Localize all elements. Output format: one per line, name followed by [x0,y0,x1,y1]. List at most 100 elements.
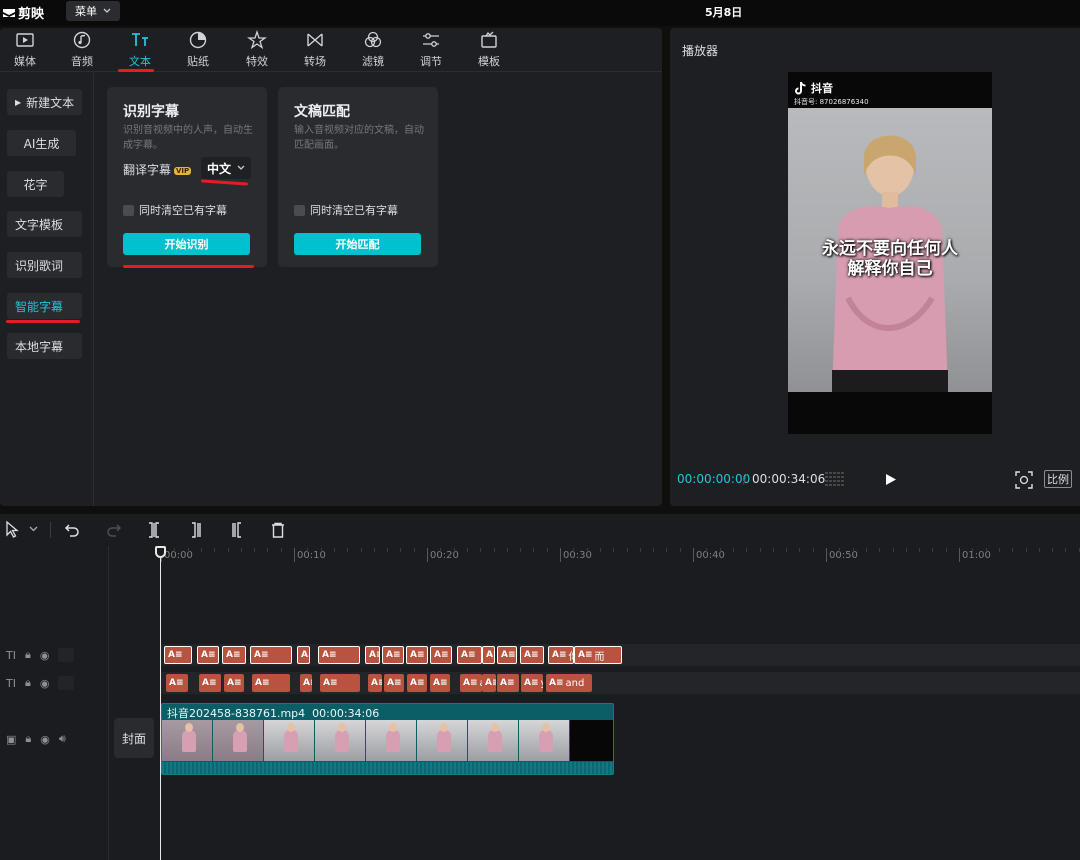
douyin-logo-icon [795,81,806,95]
delete-icon[interactable] [270,522,286,538]
text-clip-icon: A≡ [201,650,216,660]
redo-icon[interactable] [106,522,122,538]
text-clip[interactable]: A≡ [520,646,544,664]
sidebar-item-smart-subtitle[interactable]: 智能字幕 [7,293,82,319]
text-clip[interactable]: A≡ [382,646,404,664]
text-clip[interactable]: A≡ [320,674,360,692]
text-clip[interactable]: A≡在 [365,646,380,664]
menu-button[interactable]: 菜单 [66,1,120,21]
text-clip[interactable]: A≡ [497,646,517,664]
start-match-button[interactable]: 开始匹配 [294,233,421,255]
text-clip[interactable]: A≡ [252,674,290,692]
text-clip[interactable]: A≡如 [297,646,310,664]
text-clip[interactable]: A≡in t [368,674,382,692]
time-ruler[interactable]: 00:00 00:10 00:20 00:30 00:40 00:50 01:00 [160,546,1080,566]
thumb-head [389,723,397,732]
text-clip[interactable]: A≡ [482,646,495,664]
ruler-minor-tick [373,548,375,552]
play-icon[interactable] [885,473,897,486]
fullscreen-icon[interactable] [1015,471,1033,489]
volume-icon[interactable]: 🔊︎ [59,732,66,746]
sidebar-item-ai-generate[interactable]: AI生成 [7,130,76,156]
start-recognition-button[interactable]: 开始识别 [123,233,250,255]
ruler-minor-tick [985,548,987,552]
text-clip-icon: A≡ [433,678,448,688]
ruler-minor-tick [799,548,801,552]
video-preview[interactable]: 抖音 抖音号: 87026876340 永远不要向任何人 解释你自己 [788,72,992,434]
text-clip[interactable]: A≡你 [548,646,574,664]
sidebar-item-text-template[interactable]: 文字模板 [7,211,82,237]
text-clip[interactable]: A≡ [482,674,496,692]
undo-icon[interactable] [64,522,80,538]
text-clip[interactable]: A≡ and [546,674,592,692]
select-cursor-icon[interactable] [5,520,21,538]
text-clip[interactable]: A≡ [384,674,404,692]
clear-existing-checkbox[interactable]: 同时清空已有字幕 [123,202,227,218]
video-thumbnail [366,720,416,761]
text-clip[interactable]: A≡ [166,674,188,692]
tool-adjust[interactable]: 调节 [406,30,456,69]
text-clip[interactable]: A≡ 而 [574,646,622,664]
text-icon [132,33,148,46]
tool-template[interactable]: 模板 [464,30,514,69]
sidebar-item-fancy-text[interactable]: 花字 [7,171,64,197]
text-clip[interactable]: A≡ [199,674,221,692]
checkbox-box[interactable] [123,204,134,216]
ruler-minor-tick [413,548,415,552]
eye-icon[interactable]: ◉ [40,677,50,690]
text-clip[interactable]: A≡ [318,646,360,664]
tool-transition[interactable]: 转场 [290,30,340,69]
text-track-icon: TI [6,676,16,690]
sidebar-item-local-subtitle[interactable]: 本地字幕 [7,333,82,359]
text-clip[interactable]: A≡ [457,646,482,664]
text-clip[interactable]: A≡ [430,674,450,692]
tool-media[interactable]: 媒体 [0,30,50,69]
text-clip[interactable]: A≡if y [300,674,312,692]
eye-icon[interactable]: ◉ [40,649,50,662]
text-clip[interactable]: A≡ [224,674,244,692]
text-clip[interactable]: A≡ [407,674,427,692]
video-clip[interactable]: 抖音202458-838761.mp4 00:00:34:06 [161,703,614,775]
tool-filter[interactable]: 滤镜 [348,30,398,69]
tool-effects[interactable]: 特效 [232,30,282,69]
aspect-ratio-button[interactable]: 比例 [1044,470,1072,488]
playhead-line[interactable] [160,546,161,860]
text-clip[interactable]: A≡ [250,646,292,664]
text-clip-icon: A≡ [463,678,478,688]
lock-icon[interactable]: 🔒︎ [25,676,31,690]
list-icon[interactable] [824,471,846,487]
text-clip-icon: A≡ [485,678,496,688]
tool-sticker[interactable]: 贴纸 [173,30,223,69]
eye-icon[interactable]: ◉ [40,733,50,746]
ruler-tick [427,548,428,562]
trim-left-icon[interactable] [188,522,204,538]
text-clip[interactable]: A≡ [222,646,246,664]
text-clip[interactable]: A≡ [406,646,428,664]
sidebar-item-new-text[interactable]: ▶ 新建文本 [7,89,83,115]
translate-label-text: 翻译字幕 [123,163,172,177]
cover-button[interactable]: 封面 [114,718,154,758]
text-track-2[interactable]: A≡A≡A≡A≡A≡if yA≡A≡in tA≡A≡A≡A≡aA≡A≡A≡yoA… [160,672,1080,694]
text-clip[interactable]: A≡ [164,646,192,664]
text-clip[interactable]: A≡yo [521,674,543,692]
checkbox-box[interactable] [294,204,305,216]
trim-right-icon[interactable] [229,522,245,538]
chevron-down-icon[interactable] [29,526,38,532]
playhead-handle[interactable] [155,546,166,558]
tool-audio[interactable]: 音频 [57,30,107,69]
lock-icon[interactable]: 🔒︎ [25,732,31,746]
sidebar-item-lyrics[interactable]: 识别歌词 [7,252,82,278]
text-clip[interactable]: A≡ [497,674,519,692]
tool-text[interactable]: 文本 [115,30,165,69]
text-clip-label: 而 [594,651,605,663]
lock-icon[interactable]: 🔒︎ [25,648,31,662]
text-clip[interactable]: A≡a [460,674,482,692]
annotation-underline [118,69,154,72]
text-clip[interactable]: A≡ [430,646,452,664]
text-clip[interactable]: A≡ [197,646,219,664]
language-select[interactable]: 中文 [201,157,251,179]
clear-existing-checkbox[interactable]: 同时清空已有字幕 [294,202,398,218]
text-track-1[interactable]: A≡A≡A≡A≡A≡如A≡A≡在A≡A≡A≡A≡A≡A≡A≡A≡你A≡而 [160,644,1080,666]
ruler-minor-tick [573,548,575,552]
split-icon[interactable] [146,522,162,538]
